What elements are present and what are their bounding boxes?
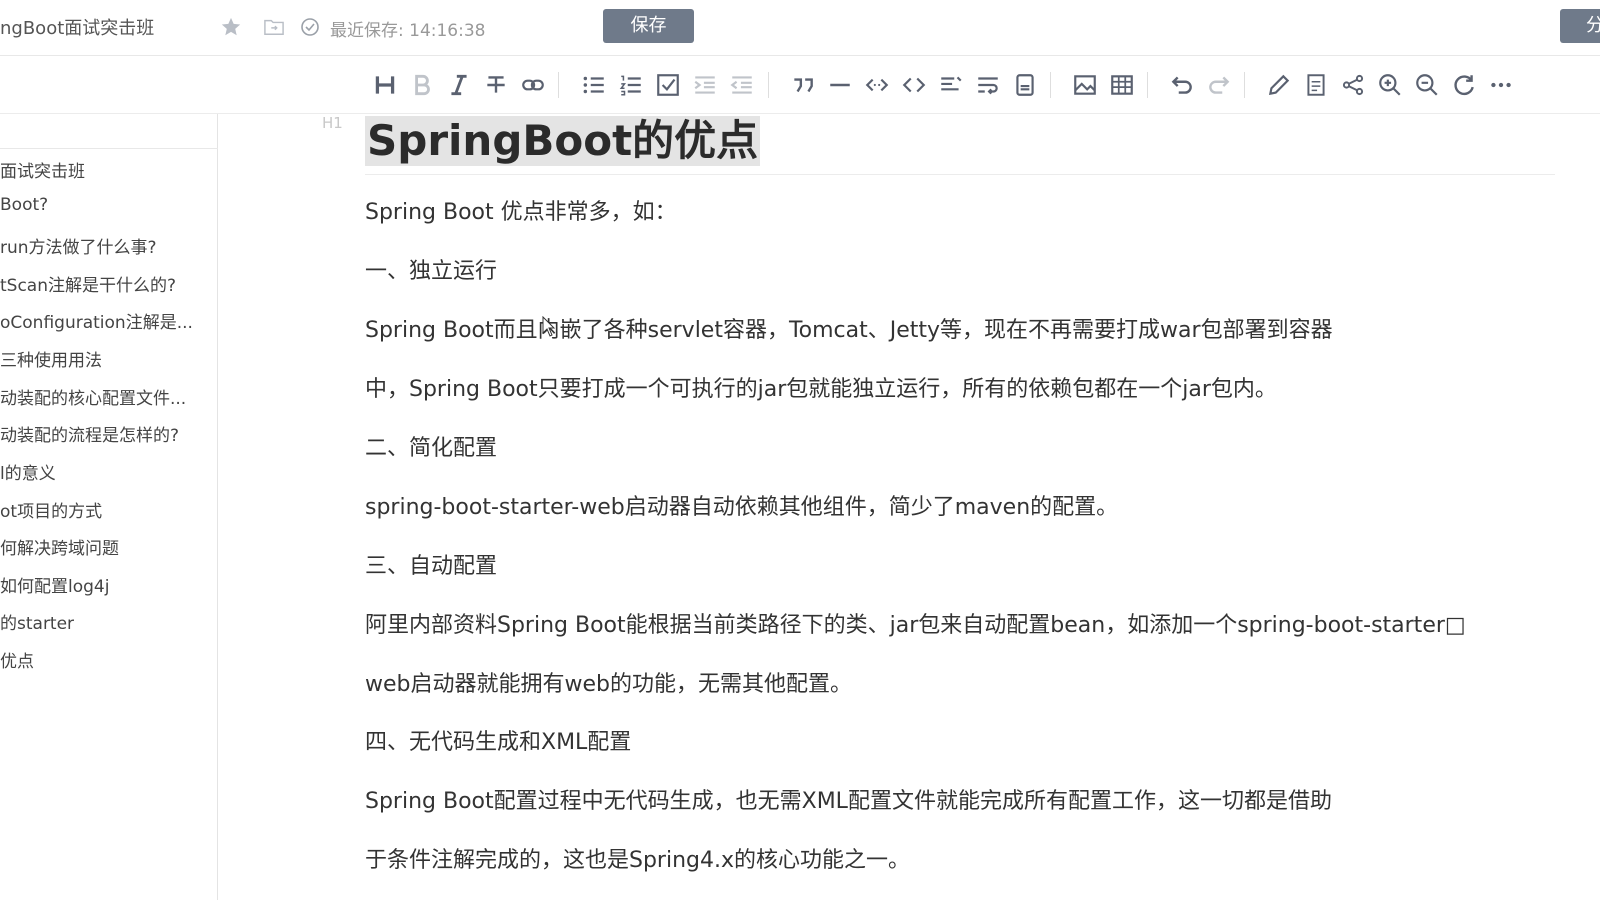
outline-sidebar: 面试突击班 Boot? run方法做了什么事? tScan注解是干什么的? oC… [0,114,218,900]
horizontal-rule-icon[interactable] [825,70,855,100]
paragraph[interactable]: web启动器就能拥有web的功能，无需其他配置。 [365,670,852,700]
outline-item[interactable]: l的意义 [0,459,216,484]
outline-item[interactable]: 何解决跨域问题 [0,534,216,559]
toolbar-divider [1050,72,1051,98]
indent-icon[interactable] [690,70,720,100]
bold-icon[interactable] [407,70,437,100]
refresh-icon[interactable] [1449,70,1479,100]
zoom-out-icon[interactable] [1412,70,1442,100]
bullet-list-icon[interactable] [579,70,609,100]
heading-icon[interactable] [370,70,400,100]
link-icon[interactable] [518,70,548,100]
checkbox-list-icon[interactable] [653,70,683,100]
share-button[interactable]: 分享 [1560,9,1600,43]
outline-item-active[interactable]: 优点 [0,647,216,672]
paragraph[interactable]: Spring Boot配置过程中无代码生成，也无需XML配置文件就能完成所有配置… [365,787,1332,817]
document-title: ngBoot面试突击班 [0,18,155,39]
outline-item[interactable]: Boot? [0,195,216,215]
more-icon[interactable] [1486,70,1516,100]
pen-icon[interactable] [1264,70,1294,100]
paragraph[interactable]: 中，Spring Boot只要打成一个可执行的jar包就能独立运行，所有的依赖包… [365,375,1277,405]
image-icon[interactable] [1070,70,1100,100]
inline-code-icon[interactable] [862,70,892,100]
sidebar-divider [0,148,218,149]
last-saved-status: 最近保存: 14:16:38 [330,21,486,41]
code-block-icon[interactable] [899,70,929,100]
wrap-icon[interactable] [973,70,1003,100]
editor-toolbar [0,56,1600,114]
strikethrough-icon[interactable] [481,70,511,100]
heading-level-marker: H1 [322,114,343,132]
document-heading[interactable]: SpringBoot的优点 [365,116,761,166]
heading-underline [365,174,1555,175]
section-heading[interactable]: 一、独立运行 [365,257,497,287]
toolbar-divider [1147,72,1148,98]
mindmap-icon[interactable] [1338,70,1368,100]
outline-item[interactable]: 三种使用用法 [0,346,216,371]
italic-icon[interactable] [444,70,474,100]
saved-check-icon [301,18,319,36]
outline-item[interactable]: 动装配的核心配置文件... [0,384,216,409]
paragraph[interactable]: 阿里内部资料Spring Boot能根据当前类路径下的类、jar包来自动配置be… [365,611,1466,641]
title-bar: ngBoot面试突击班 最近保存: 14:16:38 保存 分享 [0,0,1600,56]
attachment-icon[interactable] [1010,70,1040,100]
toolbar-divider [768,72,769,98]
undo-icon[interactable] [1167,70,1197,100]
section-heading[interactable]: 二、简化配置 [365,434,497,464]
outline-item[interactable]: tScan注解是干什么的? [0,271,216,296]
quote-icon[interactable] [788,70,818,100]
outline-item[interactable]: 的starter [0,609,216,634]
section-heading[interactable]: 四、无代码生成和XML配置 [365,728,631,758]
outline-item[interactable]: 如何配置log4j [0,572,216,597]
ppt-icon[interactable] [1301,70,1331,100]
toolbar-divider [558,72,559,98]
paragraph[interactable]: Spring Boot而且内嵌了各种servlet容器，Tomcat、Jetty… [365,316,1333,346]
mouse-cursor-icon [542,316,556,337]
paragraph[interactable]: 于条件注解完成的，这也是Spring4.x的核心功能之一。 [365,846,910,876]
folder-move-icon[interactable] [263,17,285,37]
outline-item[interactable]: run方法做了什么事? [0,233,216,258]
section-heading[interactable]: 三、自动配置 [365,552,497,582]
paragraph[interactable]: spring-boot-starter-web启动器自动依赖其他组件，简少了ma… [365,493,1118,523]
star-icon[interactable] [220,16,242,38]
align-icon[interactable] [936,70,966,100]
paragraph[interactable]: Spring Boot 优点非常多，如： [365,198,677,228]
outline-item[interactable]: 面试突击班 [0,157,216,182]
table-icon[interactable] [1107,70,1137,100]
outline-item[interactable]: ot项目的方式 [0,497,216,522]
editor-area[interactable]: H1 SpringBoot的优点 Spring Boot 优点非常多，如： 一、… [219,114,1600,900]
outline-item[interactable]: oConfiguration注解是... [0,308,216,333]
numbered-list-icon[interactable] [616,70,646,100]
outline-item[interactable]: 动装配的流程是怎样的? [0,421,216,446]
outdent-icon[interactable] [727,70,757,100]
redo-icon[interactable] [1204,70,1234,100]
save-button[interactable]: 保存 [603,9,694,43]
toolbar-divider [1244,72,1245,98]
zoom-in-icon[interactable] [1375,70,1405,100]
